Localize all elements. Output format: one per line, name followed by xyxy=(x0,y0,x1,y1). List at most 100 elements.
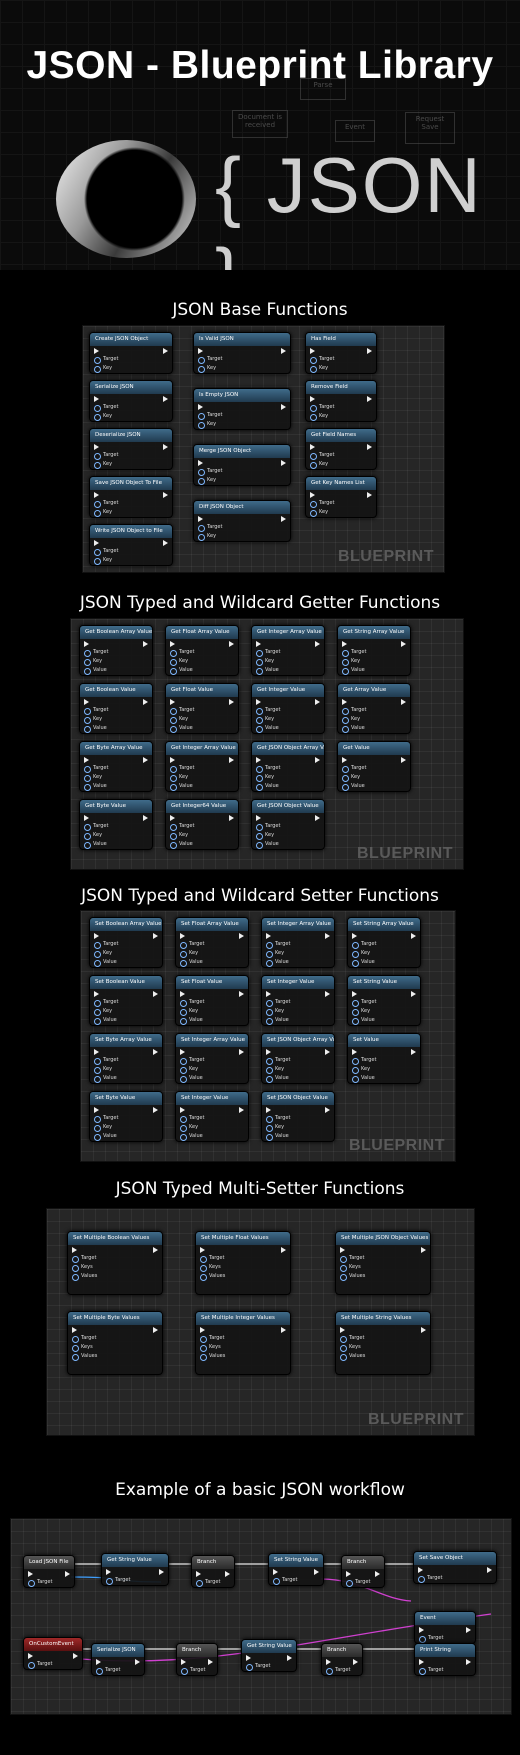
data-pin-icon[interactable] xyxy=(342,717,349,724)
data-pin-icon[interactable] xyxy=(180,1116,187,1123)
exec-in-pin-icon[interactable] xyxy=(180,932,185,939)
exec-in-pin-icon[interactable] xyxy=(180,1106,185,1113)
data-pin-icon[interactable] xyxy=(342,659,349,666)
data-pin-icon[interactable] xyxy=(170,784,177,791)
data-pin-icon[interactable] xyxy=(84,659,91,666)
blueprint-node[interactable]: Deserialize JSON Target Key xyxy=(89,428,173,470)
data-pin-icon[interactable] xyxy=(310,501,317,508)
exec-in-pin-icon[interactable] xyxy=(310,347,315,354)
exec-out-pin-icon[interactable] xyxy=(353,1658,358,1665)
data-pin-icon[interactable] xyxy=(170,708,177,715)
data-pin-icon[interactable] xyxy=(352,1067,359,1074)
data-pin-icon[interactable] xyxy=(310,357,317,364)
exec-in-pin-icon[interactable] xyxy=(72,1246,77,1253)
blueprint-node[interactable]: Get Byte Value Target Key Value xyxy=(79,799,153,850)
data-pin-icon[interactable] xyxy=(180,960,187,967)
exec-out-pin-icon[interactable] xyxy=(229,698,234,705)
data-pin-icon[interactable] xyxy=(94,462,101,469)
exec-out-pin-icon[interactable] xyxy=(153,1246,158,1253)
data-pin-icon[interactable] xyxy=(198,366,205,373)
blueprint-node[interactable]: Event Target xyxy=(414,1611,476,1644)
data-pin-icon[interactable] xyxy=(94,1125,101,1132)
exec-out-pin-icon[interactable] xyxy=(143,698,148,705)
data-pin-icon[interactable] xyxy=(346,1580,353,1587)
exec-in-pin-icon[interactable] xyxy=(256,814,261,821)
data-pin-icon[interactable] xyxy=(94,1018,101,1025)
exec-out-pin-icon[interactable] xyxy=(281,1326,286,1333)
blueprint-node[interactable]: Has Field Target Key xyxy=(305,332,377,374)
data-pin-icon[interactable] xyxy=(72,1354,79,1361)
data-pin-icon[interactable] xyxy=(266,1018,273,1025)
data-pin-icon[interactable] xyxy=(170,659,177,666)
exec-out-pin-icon[interactable] xyxy=(153,932,158,939)
blueprint-node[interactable]: Set Float Value Target Key Value xyxy=(175,975,249,1026)
data-pin-icon[interactable] xyxy=(342,726,349,733)
data-pin-icon[interactable] xyxy=(352,1076,359,1083)
blueprint-node[interactable]: Set JSON Object Array Value TargetKeyValu… xyxy=(261,1033,335,1084)
data-pin-icon[interactable] xyxy=(266,1076,273,1083)
data-pin-icon[interactable] xyxy=(28,1662,35,1669)
exec-out-pin-icon[interactable] xyxy=(325,990,330,997)
blueprint-node[interactable]: Get Array Value Target Key Value xyxy=(337,683,411,734)
exec-in-pin-icon[interactable] xyxy=(352,1048,357,1055)
exec-out-pin-icon[interactable] xyxy=(401,756,406,763)
data-pin-icon[interactable] xyxy=(200,1256,207,1263)
blueprint-node[interactable]: Get String Value Target xyxy=(101,1553,169,1586)
exec-in-pin-icon[interactable] xyxy=(181,1658,186,1665)
data-pin-icon[interactable] xyxy=(180,951,187,958)
exec-out-pin-icon[interactable] xyxy=(239,990,244,997)
data-pin-icon[interactable] xyxy=(340,1345,347,1352)
data-pin-icon[interactable] xyxy=(180,1076,187,1083)
blueprint-node[interactable]: Set Boolean Value Target Key Value xyxy=(89,975,163,1026)
data-pin-icon[interactable] xyxy=(256,717,263,724)
data-pin-icon[interactable] xyxy=(352,1058,359,1065)
data-pin-icon[interactable] xyxy=(84,833,91,840)
exec-in-pin-icon[interactable] xyxy=(96,1658,101,1665)
data-pin-icon[interactable] xyxy=(256,726,263,733)
blueprint-node[interactable]: Set Float Array Value Target Key Value xyxy=(175,917,249,968)
exec-in-pin-icon[interactable] xyxy=(170,756,175,763)
exec-out-pin-icon[interactable] xyxy=(229,814,234,821)
data-pin-icon[interactable] xyxy=(342,650,349,657)
data-pin-icon[interactable] xyxy=(94,1134,101,1141)
data-pin-icon[interactable] xyxy=(84,824,91,831)
exec-out-pin-icon[interactable] xyxy=(325,1048,330,1055)
data-pin-icon[interactable] xyxy=(94,501,101,508)
data-pin-icon[interactable] xyxy=(180,1125,187,1132)
exec-in-pin-icon[interactable] xyxy=(200,1246,205,1253)
data-pin-icon[interactable] xyxy=(180,1009,187,1016)
data-pin-icon[interactable] xyxy=(198,357,205,364)
blueprint-node[interactable]: Write JSON Object to File Target Key xyxy=(89,524,173,566)
data-pin-icon[interactable] xyxy=(94,357,101,364)
exec-out-pin-icon[interactable] xyxy=(281,403,286,410)
blueprint-node[interactable]: Set Save Object Target xyxy=(413,1551,497,1584)
data-pin-icon[interactable] xyxy=(266,1116,273,1123)
blueprint-node[interactable]: Get Key Names List Target Key xyxy=(305,476,377,518)
exec-in-pin-icon[interactable] xyxy=(94,539,99,546)
data-pin-icon[interactable] xyxy=(198,469,205,476)
exec-out-pin-icon[interactable] xyxy=(281,515,286,522)
exec-out-pin-icon[interactable] xyxy=(401,640,406,647)
data-pin-icon[interactable] xyxy=(256,659,263,666)
data-pin-icon[interactable] xyxy=(94,1000,101,1007)
blueprint-node[interactable]: Set Integer Array Value Target Key Value xyxy=(175,1033,249,1084)
data-pin-icon[interactable] xyxy=(72,1265,79,1272)
exec-in-pin-icon[interactable] xyxy=(256,640,261,647)
data-pin-icon[interactable] xyxy=(94,960,101,967)
data-pin-icon[interactable] xyxy=(198,422,205,429)
blueprint-node[interactable]: Load JSON File Target xyxy=(23,1555,75,1588)
data-pin-icon[interactable] xyxy=(180,1018,187,1025)
blueprint-node[interactable]: Print String Target xyxy=(414,1643,476,1676)
data-pin-icon[interactable] xyxy=(310,510,317,517)
exec-out-pin-icon[interactable] xyxy=(411,1048,416,1055)
data-pin-icon[interactable] xyxy=(256,824,263,831)
exec-out-pin-icon[interactable] xyxy=(281,459,286,466)
exec-in-pin-icon[interactable] xyxy=(94,932,99,939)
exec-out-pin-icon[interactable] xyxy=(487,1566,492,1573)
exec-in-pin-icon[interactable] xyxy=(84,756,89,763)
exec-in-pin-icon[interactable] xyxy=(326,1658,331,1665)
exec-in-pin-icon[interactable] xyxy=(94,1048,99,1055)
exec-out-pin-icon[interactable] xyxy=(153,1106,158,1113)
exec-in-pin-icon[interactable] xyxy=(72,1326,77,1333)
exec-out-pin-icon[interactable] xyxy=(411,990,416,997)
